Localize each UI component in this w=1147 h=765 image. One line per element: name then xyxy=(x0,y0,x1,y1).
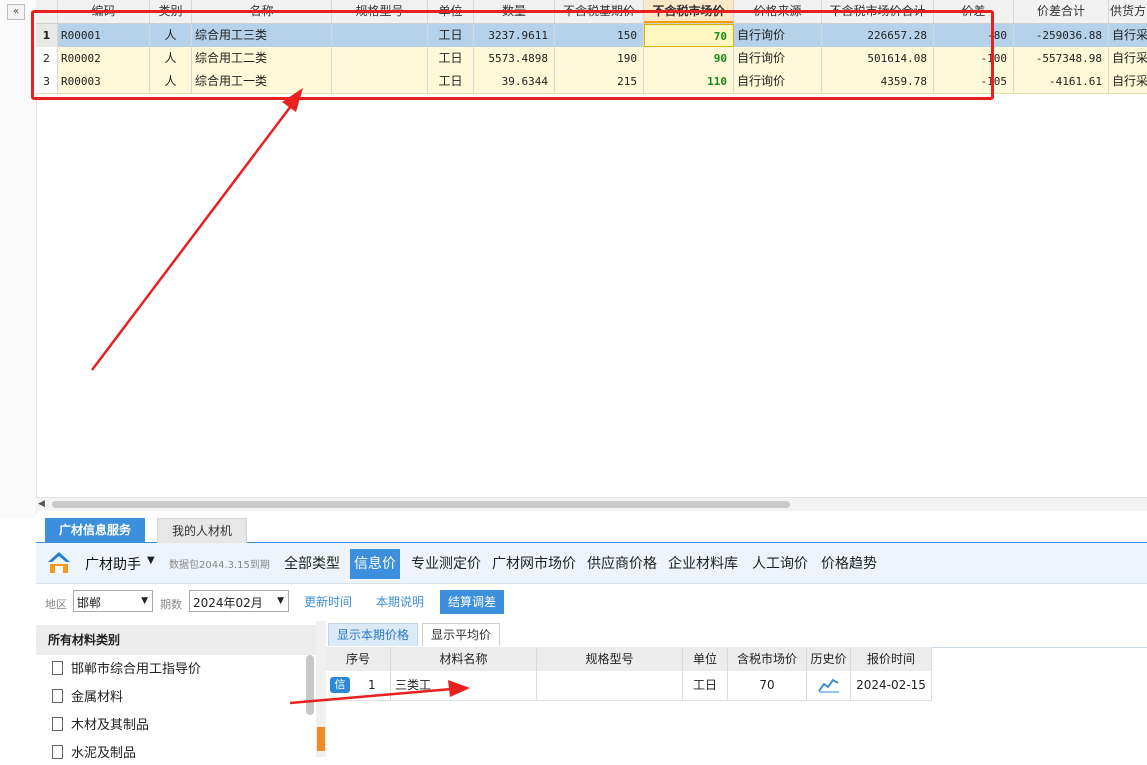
category-label: 金属材料 xyxy=(71,690,124,705)
price-sub-tabs: 显示本期价格 显示平均价 xyxy=(326,623,1147,648)
price-cell-history[interactable] xyxy=(807,671,851,700)
tab-average-price[interactable]: 显示平均价 xyxy=(422,623,501,646)
cell-supply[interactable]: 自行采 xyxy=(1109,24,1147,47)
period-value: 2024年02月 xyxy=(193,596,263,610)
price-cell-date[interactable]: 2024-02-15 xyxy=(851,671,932,700)
trend-chart-icon[interactable] xyxy=(818,677,840,693)
category-item[interactable]: 水泥及制品 xyxy=(52,743,136,765)
header-diff-total[interactable]: 价差合计 xyxy=(1014,0,1109,23)
guangcai-logo-icon xyxy=(48,552,70,573)
chevron-down-icon: ▼ xyxy=(277,596,284,606)
nav-info-price[interactable]: 信息价 xyxy=(350,549,400,579)
price-row-number: 1 xyxy=(368,678,376,692)
category-item[interactable]: 金属材料 xyxy=(52,687,123,709)
nav-market-price[interactable]: 广材网市场价 xyxy=(488,549,580,579)
period-label: 期数 xyxy=(160,598,182,611)
nav-all-types[interactable]: 全部类型 xyxy=(280,549,344,579)
period-note-button[interactable]: 本期说明 xyxy=(368,590,432,614)
splitter-grip-icon[interactable] xyxy=(317,727,325,751)
tab-current-price[interactable]: 显示本期价格 xyxy=(328,623,419,646)
nav-enterprise-library[interactable]: 企业材料库 xyxy=(664,549,742,579)
document-icon xyxy=(52,717,63,731)
nav-supplier-price[interactable]: 供应商价格 xyxy=(583,549,661,579)
panel-splitter[interactable] xyxy=(316,621,326,757)
price-panel: 显示本期价格 显示平均价 序号 材料名称 规格型号 单位 含税市场价 历史价 报… xyxy=(326,621,1147,757)
price-cell-unit[interactable]: 工日 xyxy=(683,671,728,700)
tab-my-materials[interactable]: 我的人材机 xyxy=(157,518,248,543)
header-supply[interactable]: 供货方 xyxy=(1109,0,1147,23)
highlight-box xyxy=(31,10,994,100)
arrow-up-annotation xyxy=(91,88,303,371)
cell-supply[interactable]: 自行采 xyxy=(1109,47,1147,70)
price-cell-name[interactable]: 三类工 xyxy=(391,671,537,700)
assistant-toolbar: 广材助手 ▼ 数据包2044.3.15到期 全部类型 信息价 专业测定价 广材网… xyxy=(36,543,1147,584)
filter-bar: 地区 邯郸 ▼ 期数 2024年02月 ▼ 更新时间 本期说明 结算调差 xyxy=(36,585,1147,619)
document-icon xyxy=(52,661,63,675)
category-scrollbar[interactable] xyxy=(306,655,314,715)
document-icon xyxy=(52,689,63,703)
cell-diff-total[interactable]: -259036.88 xyxy=(1014,24,1109,47)
region-label: 地区 xyxy=(45,598,67,611)
category-label: 邯郸市综合用工指导价 xyxy=(71,662,202,677)
cell-diff-total[interactable]: -557348.98 xyxy=(1014,47,1109,70)
update-time-button[interactable]: 更新时间 xyxy=(296,590,360,614)
price-cell-price[interactable]: 70 xyxy=(728,671,807,700)
category-label: 木材及其制品 xyxy=(71,718,150,733)
category-item[interactable]: 木材及其制品 xyxy=(52,715,149,737)
price-header-no: 序号 xyxy=(326,647,391,671)
version-text: 数据包2044.3.15到期 xyxy=(169,560,270,571)
price-header-spec: 规格型号 xyxy=(537,647,683,671)
price-header-unit: 单位 xyxy=(683,647,728,671)
price-header-price: 含税市场价 xyxy=(728,647,807,671)
region-select[interactable]: 邯郸 ▼ xyxy=(73,590,153,612)
price-table-header: 序号 材料名称 规格型号 单位 含税市场价 历史价 报价时间 xyxy=(326,647,932,672)
price-header-date: 报价时间 xyxy=(851,647,932,671)
panel-tabs: 广材信息服务 我的人材机 xyxy=(36,514,1147,544)
cell-supply[interactable]: 自行采 xyxy=(1109,70,1147,93)
cell-diff-total[interactable]: -4161.61 xyxy=(1014,70,1109,93)
horizontal-scrollbar[interactable]: ◀ xyxy=(36,497,1147,511)
nav-price-trend[interactable]: 价格趋势 xyxy=(817,549,881,579)
scrollbar-thumb[interactable] xyxy=(52,501,790,508)
category-panel: 所有材料类别 邯郸市综合用工指导价 金属材料 木材及其制品 水泥及制品 xyxy=(36,621,317,761)
price-cell-no: 信 1 xyxy=(326,671,391,700)
price-table-row[interactable]: 信 1 三类工 工日 70 2024-02-15 xyxy=(326,671,932,701)
scroll-left-icon[interactable]: ◀ xyxy=(38,498,45,511)
chevron-down-icon: ▼ xyxy=(141,596,148,606)
chevron-down-icon[interactable]: ▼ xyxy=(147,555,155,566)
price-header-history: 历史价 xyxy=(807,647,851,671)
category-label: 水泥及制品 xyxy=(71,746,137,761)
collapse-icon[interactable]: « xyxy=(7,4,25,20)
info-price-badge: 信 xyxy=(330,677,350,693)
tab-material-info-service[interactable]: 广材信息服务 xyxy=(45,518,146,542)
category-item[interactable]: 邯郸市综合用工指导价 xyxy=(52,659,201,681)
brand-name[interactable]: 广材助手 xyxy=(85,554,141,574)
price-cell-spec[interactable] xyxy=(537,671,683,700)
nav-professional-price[interactable]: 专业测定价 xyxy=(407,549,485,579)
period-select[interactable]: 2024年02月 ▼ xyxy=(189,590,289,612)
category-header[interactable]: 所有材料类别 xyxy=(36,625,316,655)
region-value: 邯郸 xyxy=(77,596,102,610)
price-header-name: 材料名称 xyxy=(391,647,537,671)
settle-diff-button[interactable]: 结算调差 xyxy=(440,590,505,614)
nav-labor-inquiry[interactable]: 人工询价 xyxy=(748,549,812,579)
